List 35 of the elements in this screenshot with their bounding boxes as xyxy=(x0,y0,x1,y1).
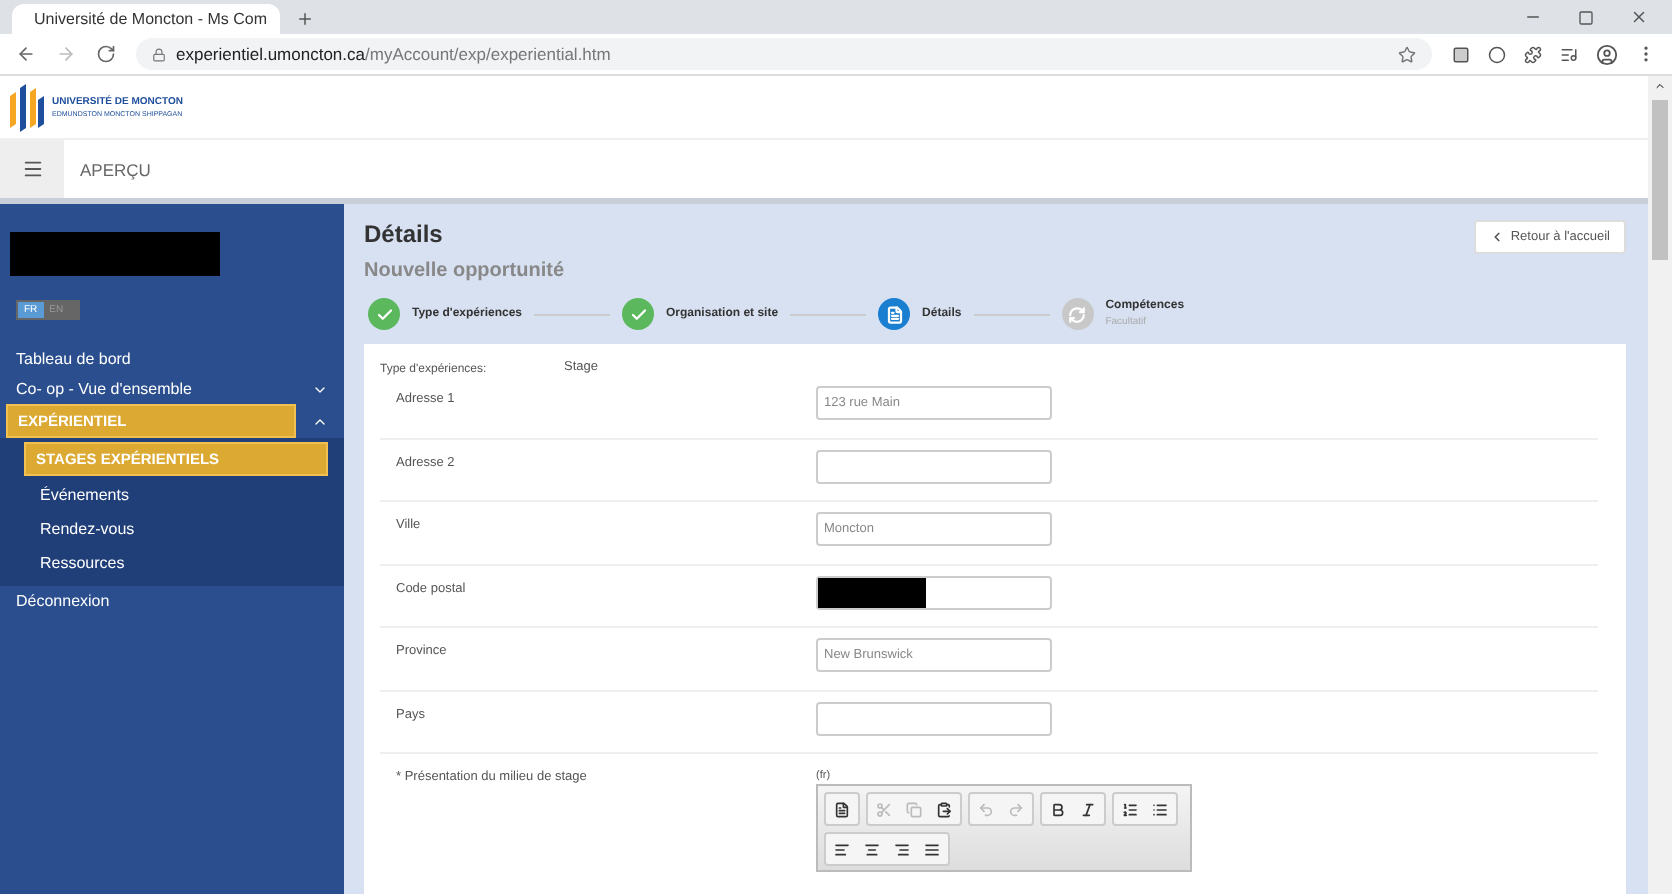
chevron-icon xyxy=(1490,230,1505,244)
tab-title: Université de Moncton - Ms Com xyxy=(34,10,267,28)
puzzle-icon[interactable] xyxy=(1524,45,1542,63)
nav-item[interactable]: Rendez-vous xyxy=(24,514,328,544)
page-title: Détails xyxy=(364,220,445,248)
check-icon xyxy=(375,305,393,323)
close-icon[interactable] xyxy=(1630,8,1648,26)
address-bar[interactable]: experientiel.umoncton.ca/myAccount/exp/experiential.htm xyxy=(136,38,1432,70)
menu-icon xyxy=(21,158,43,180)
lock-icon xyxy=(152,47,166,61)
nav-item[interactable]: Déconnexion xyxy=(0,586,296,616)
scrollbar[interactable] xyxy=(1648,76,1672,894)
restore-icon[interactable] xyxy=(1578,9,1594,25)
profile-icon[interactable] xyxy=(1596,43,1618,65)
media-icon[interactable] xyxy=(1560,45,1578,63)
reload-icon[interactable] xyxy=(96,44,116,64)
input-field[interactable] xyxy=(816,701,1052,735)
new-tab-icon[interactable] xyxy=(296,10,314,28)
nav-item[interactable]: Événements xyxy=(24,480,328,510)
back-icon[interactable] xyxy=(16,44,36,64)
input-field[interactable] xyxy=(816,449,1052,483)
input-field[interactable] xyxy=(816,575,1052,609)
refresh-icon xyxy=(1068,305,1087,323)
page-label: APERÇU xyxy=(80,159,151,179)
check-icon xyxy=(629,305,648,323)
nav-item[interactable]: Tableau de bord xyxy=(0,344,296,374)
star-icon[interactable] xyxy=(1398,45,1416,63)
nav-item[interactable]: Co- op - Vue d'ensemble xyxy=(0,374,296,404)
nav-item[interactable]: Ressources xyxy=(24,548,328,578)
logo-icon xyxy=(8,83,44,131)
browser-tab[interactable]: Université de Moncton - Ms Com xyxy=(12,4,280,34)
scroll-up-icon[interactable] xyxy=(1654,80,1666,92)
page-subtitle: Nouvelle opportunité xyxy=(364,260,564,282)
scrollbar-thumb[interactable] xyxy=(1652,100,1668,260)
document-icon xyxy=(885,305,904,323)
